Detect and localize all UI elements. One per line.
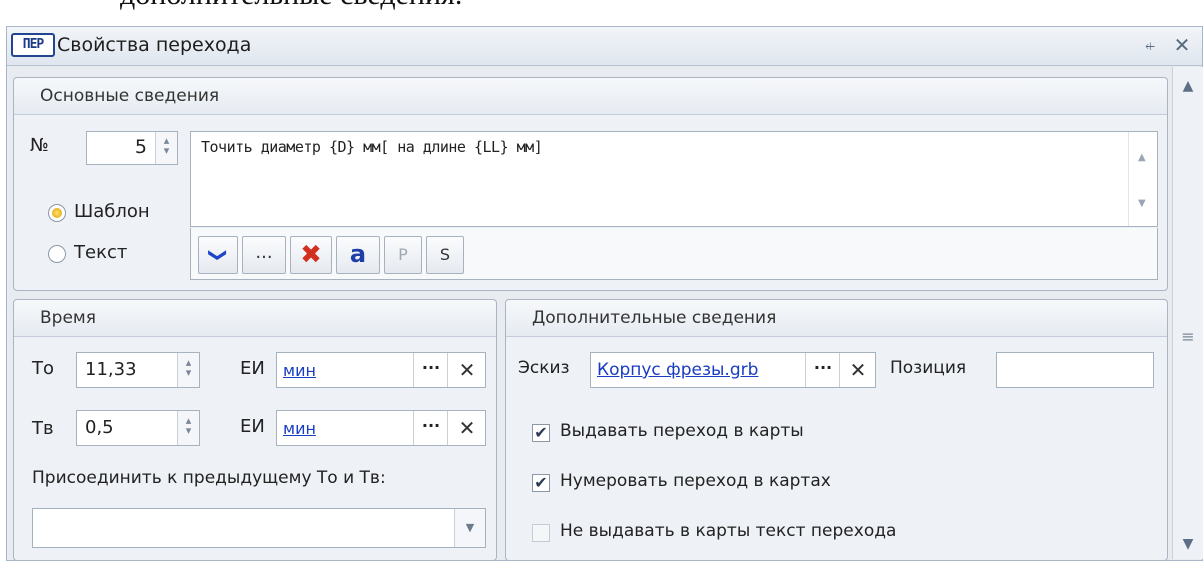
extra-info-group: Дополнительные сведения Эскиз Корпус фре… xyxy=(505,299,1168,561)
to-value: 11,33 xyxy=(85,359,137,380)
attach-label: Присоединить к предыдущему То и Тв: xyxy=(32,468,386,488)
template-scrollbar[interactable]: ▲ ▼ xyxy=(1128,132,1157,226)
tv-label: Тв xyxy=(32,418,54,439)
tv-unit-clear-icon[interactable]: ✕ xyxy=(447,411,486,445)
document-caption: дополнительные сведения. xyxy=(120,0,462,11)
tv-unit-label: ЕИ xyxy=(240,416,265,437)
to-unit-browse-icon[interactable]: ··· xyxy=(413,353,448,387)
panel-scroll-up-icon[interactable]: ▲ xyxy=(1173,71,1203,101)
position-input[interactable] xyxy=(996,352,1154,388)
extra-info-header: Дополнительные сведения xyxy=(506,300,1167,337)
radio-template[interactable] xyxy=(48,204,66,222)
number-stepper[interactable]: 5 ▴ ▾ xyxy=(86,131,178,165)
window-titlebar: ПЕР Свойства перехода ⍅ ✕ xyxy=(7,27,1202,66)
scroll-grip-icon[interactable]: ≡ xyxy=(1181,329,1195,345)
panel-scroll-down-icon[interactable]: ▼ xyxy=(1173,529,1203,559)
to-unit-field[interactable]: мин ··· ✕ xyxy=(276,352,486,388)
sketch-browse-icon[interactable]: ··· xyxy=(805,353,840,387)
font-style-icon[interactable]: a xyxy=(336,236,380,274)
window-title: Свойства перехода xyxy=(57,34,252,56)
panel-scrollbar[interactable]: ▲ ≡ ▼ xyxy=(1172,67,1203,559)
tv-value: 0,5 xyxy=(85,417,114,438)
tv-spin-icon[interactable]: ▴ ▾ xyxy=(177,411,199,445)
template-text-area[interactable]: Точить диаметр {D} мм[ на длине {LL} мм]… xyxy=(190,131,1158,227)
main-info-header: Основные сведения xyxy=(14,78,1167,115)
tv-unit-browse-icon[interactable]: ··· xyxy=(413,411,448,445)
number-label: № xyxy=(30,135,49,156)
sketch-label: Эскиз xyxy=(518,358,570,378)
radio-template-label: Шаблон xyxy=(74,201,150,222)
scroll-down-icon[interactable]: ▼ xyxy=(1138,198,1146,209)
dropdown-arrow-icon[interactable]: ▼ xyxy=(454,509,485,547)
check-no-text-in-cards[interactable] xyxy=(532,524,550,542)
check-number-in-cards[interactable]: ✔ xyxy=(532,474,550,492)
position-label: Позиция xyxy=(890,358,967,378)
chevron-down-icon: ❯ xyxy=(208,247,229,263)
to-unit-label: ЕИ xyxy=(240,358,265,379)
to-spin-icon[interactable]: ▴ ▾ xyxy=(177,353,199,387)
transition-app-icon: ПЕР xyxy=(11,33,55,57)
check-no-text-in-cards-label: Не выдавать в карты текст перехода xyxy=(560,521,897,541)
scroll-up-icon[interactable]: ▲ xyxy=(1138,152,1146,163)
pin-icon[interactable]: ⍅ xyxy=(1137,31,1163,59)
to-label: То xyxy=(32,358,55,379)
tv-unit-field[interactable]: мин ··· ✕ xyxy=(276,410,486,446)
main-info-group: Основные сведения № 5 ▴ ▾ Шаблон Текст То… xyxy=(13,77,1168,291)
to-unit-value[interactable]: мин xyxy=(283,361,316,380)
main-info-title: Основные сведения xyxy=(40,86,220,106)
time-title: Время xyxy=(40,308,96,328)
number-value: 5 xyxy=(134,136,147,158)
to-stepper[interactable]: 11,33 ▴ ▾ xyxy=(76,352,200,388)
radio-text[interactable] xyxy=(48,245,66,263)
radio-text-label: Текст xyxy=(74,242,128,263)
time-header: Время xyxy=(14,300,496,337)
attach-dropdown[interactable]: ▼ xyxy=(32,508,486,548)
p-button[interactable]: P xyxy=(384,236,422,274)
close-icon[interactable]: ✕ xyxy=(1169,31,1195,59)
tv-stepper[interactable]: 0,5 ▴ ▾ xyxy=(76,410,200,446)
sketch-value[interactable]: Корпус фрезы.grb xyxy=(597,360,758,380)
extra-info-title: Дополнительные сведения xyxy=(532,308,777,328)
s-button[interactable]: S xyxy=(426,236,464,274)
to-unit-clear-icon[interactable]: ✕ xyxy=(447,353,486,387)
sketch-field[interactable]: Корпус фрезы.grb ··· ✕ xyxy=(590,352,876,388)
tv-unit-value[interactable]: мин xyxy=(283,419,316,438)
transition-properties-window: ПЕР Свойства перехода ⍅ ✕ Основные сведе… xyxy=(6,26,1203,561)
time-group: Время То 11,33 ▴ ▾ ЕИ мин ··· ✕ Тв 0,5 ▴ ▾… xyxy=(13,299,497,561)
check-issue-to-cards-label: Выдавать переход в карты xyxy=(560,421,804,441)
check-number-in-cards-label: Нумеровать переход в картах xyxy=(560,471,831,491)
number-spin-icon[interactable]: ▴ ▾ xyxy=(155,132,177,164)
browse-button[interactable]: ... xyxy=(242,236,286,274)
expand-chevron-icon[interactable]: ❯ xyxy=(198,236,238,274)
sketch-clear-icon[interactable]: ✕ xyxy=(839,353,876,387)
check-issue-to-cards[interactable]: ✔ xyxy=(532,424,550,442)
template-text: Точить диаметр {D} мм[ на длине {LL} мм] xyxy=(201,138,543,156)
delete-icon[interactable]: ✖ xyxy=(290,236,332,274)
